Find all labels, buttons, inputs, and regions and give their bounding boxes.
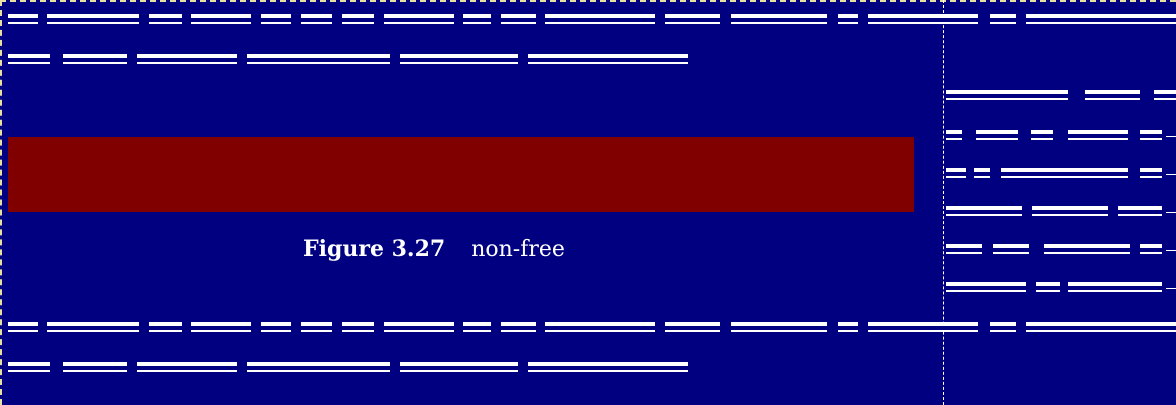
text-word-placeholder [247,54,390,58]
text-word-placeholder [946,206,1022,210]
text-word-placeholder [1001,168,1128,172]
figure-placeholder [8,137,914,212]
margin-note [944,88,1176,308]
margin-line [944,130,1176,150]
text-word-placeholder [342,322,374,326]
text-word-placeholder [149,14,182,18]
text-word-placeholder [868,322,978,326]
text-word-placeholder [63,362,127,366]
text-word-placeholder [47,14,139,18]
text-word-placeholder [838,14,858,18]
text-word-placeholder [976,130,1018,134]
text-word-placeholder [838,322,858,326]
text-word-placeholder [47,322,139,326]
text-word-placeholder [400,362,518,366]
text-word-placeholder [946,244,982,248]
text-word-placeholder [946,282,1026,286]
text-word-placeholder [1118,206,1162,210]
text-word-placeholder [946,130,962,134]
text-word-placeholder [342,14,374,18]
text-word-placeholder [1032,206,1108,210]
margin-line [944,206,1176,226]
text-word-placeholder [63,54,127,58]
text-word-placeholder [247,362,390,366]
text-word-placeholder [301,322,332,326]
text-word-placeholder [665,322,720,326]
text-word-placeholder [1068,282,1162,286]
text-word-placeholder [501,14,536,18]
text-word-placeholder [665,14,720,18]
text-word-placeholder [1044,244,1130,248]
margin-line [944,244,1176,264]
text-line [0,362,1176,382]
frame-top-border [0,0,1176,2]
text-word-placeholder [137,362,237,366]
margin-tick [1166,136,1176,137]
margin-line [944,282,1176,302]
text-word-placeholder [990,14,1016,18]
margin-tick [1166,288,1176,289]
text-word-placeholder [1026,14,1176,18]
text-word-placeholder [1068,130,1128,134]
text-word-placeholder [946,168,966,172]
text-line [0,322,1176,342]
margin-line [944,90,1176,110]
text-word-placeholder [1140,244,1162,248]
text-word-placeholder [8,14,38,18]
text-word-placeholder [993,244,1029,248]
figure-caption: Figure 3.27 non-free [303,236,565,262]
figure-caption-text: non-free [471,237,565,262]
text-word-placeholder [191,14,251,18]
text-word-placeholder [137,54,237,58]
text-word-placeholder [463,14,491,18]
text-word-placeholder [261,14,291,18]
margin-line [944,168,1176,188]
text-word-placeholder [974,168,990,172]
text-word-placeholder [400,54,518,58]
text-word-placeholder [1085,90,1140,94]
text-word-placeholder [149,322,182,326]
text-word-placeholder [731,322,827,326]
text-word-placeholder [545,322,655,326]
text-line [0,14,1176,34]
text-word-placeholder [528,362,688,366]
text-word-placeholder [1026,322,1176,326]
margin-tick [1166,250,1176,251]
text-word-placeholder [384,14,454,18]
text-word-placeholder [731,14,827,18]
text-word-placeholder [528,54,688,58]
text-word-placeholder [8,322,38,326]
text-word-placeholder [1036,282,1060,286]
text-word-placeholder [261,322,291,326]
text-word-placeholder [990,322,1016,326]
text-word-placeholder [868,14,978,18]
text-word-placeholder [545,14,655,18]
text-word-placeholder [191,322,251,326]
text-word-placeholder [8,54,50,58]
text-word-placeholder [8,362,50,366]
text-line [0,54,1176,74]
text-word-placeholder [301,14,332,18]
text-word-placeholder [463,322,491,326]
text-word-placeholder [1140,168,1162,172]
text-word-placeholder [1031,130,1053,134]
margin-tick [1166,174,1176,175]
figure-label: Figure 3.27 [303,236,446,262]
text-word-placeholder [1140,130,1162,134]
text-word-placeholder [946,90,1068,94]
text-word-placeholder [384,322,454,326]
page: { "figure": { "label": "Figure 3.27", "c… [0,0,1176,405]
margin-tick [1166,212,1176,213]
text-word-placeholder [501,322,536,326]
text-word-placeholder [1154,90,1176,94]
